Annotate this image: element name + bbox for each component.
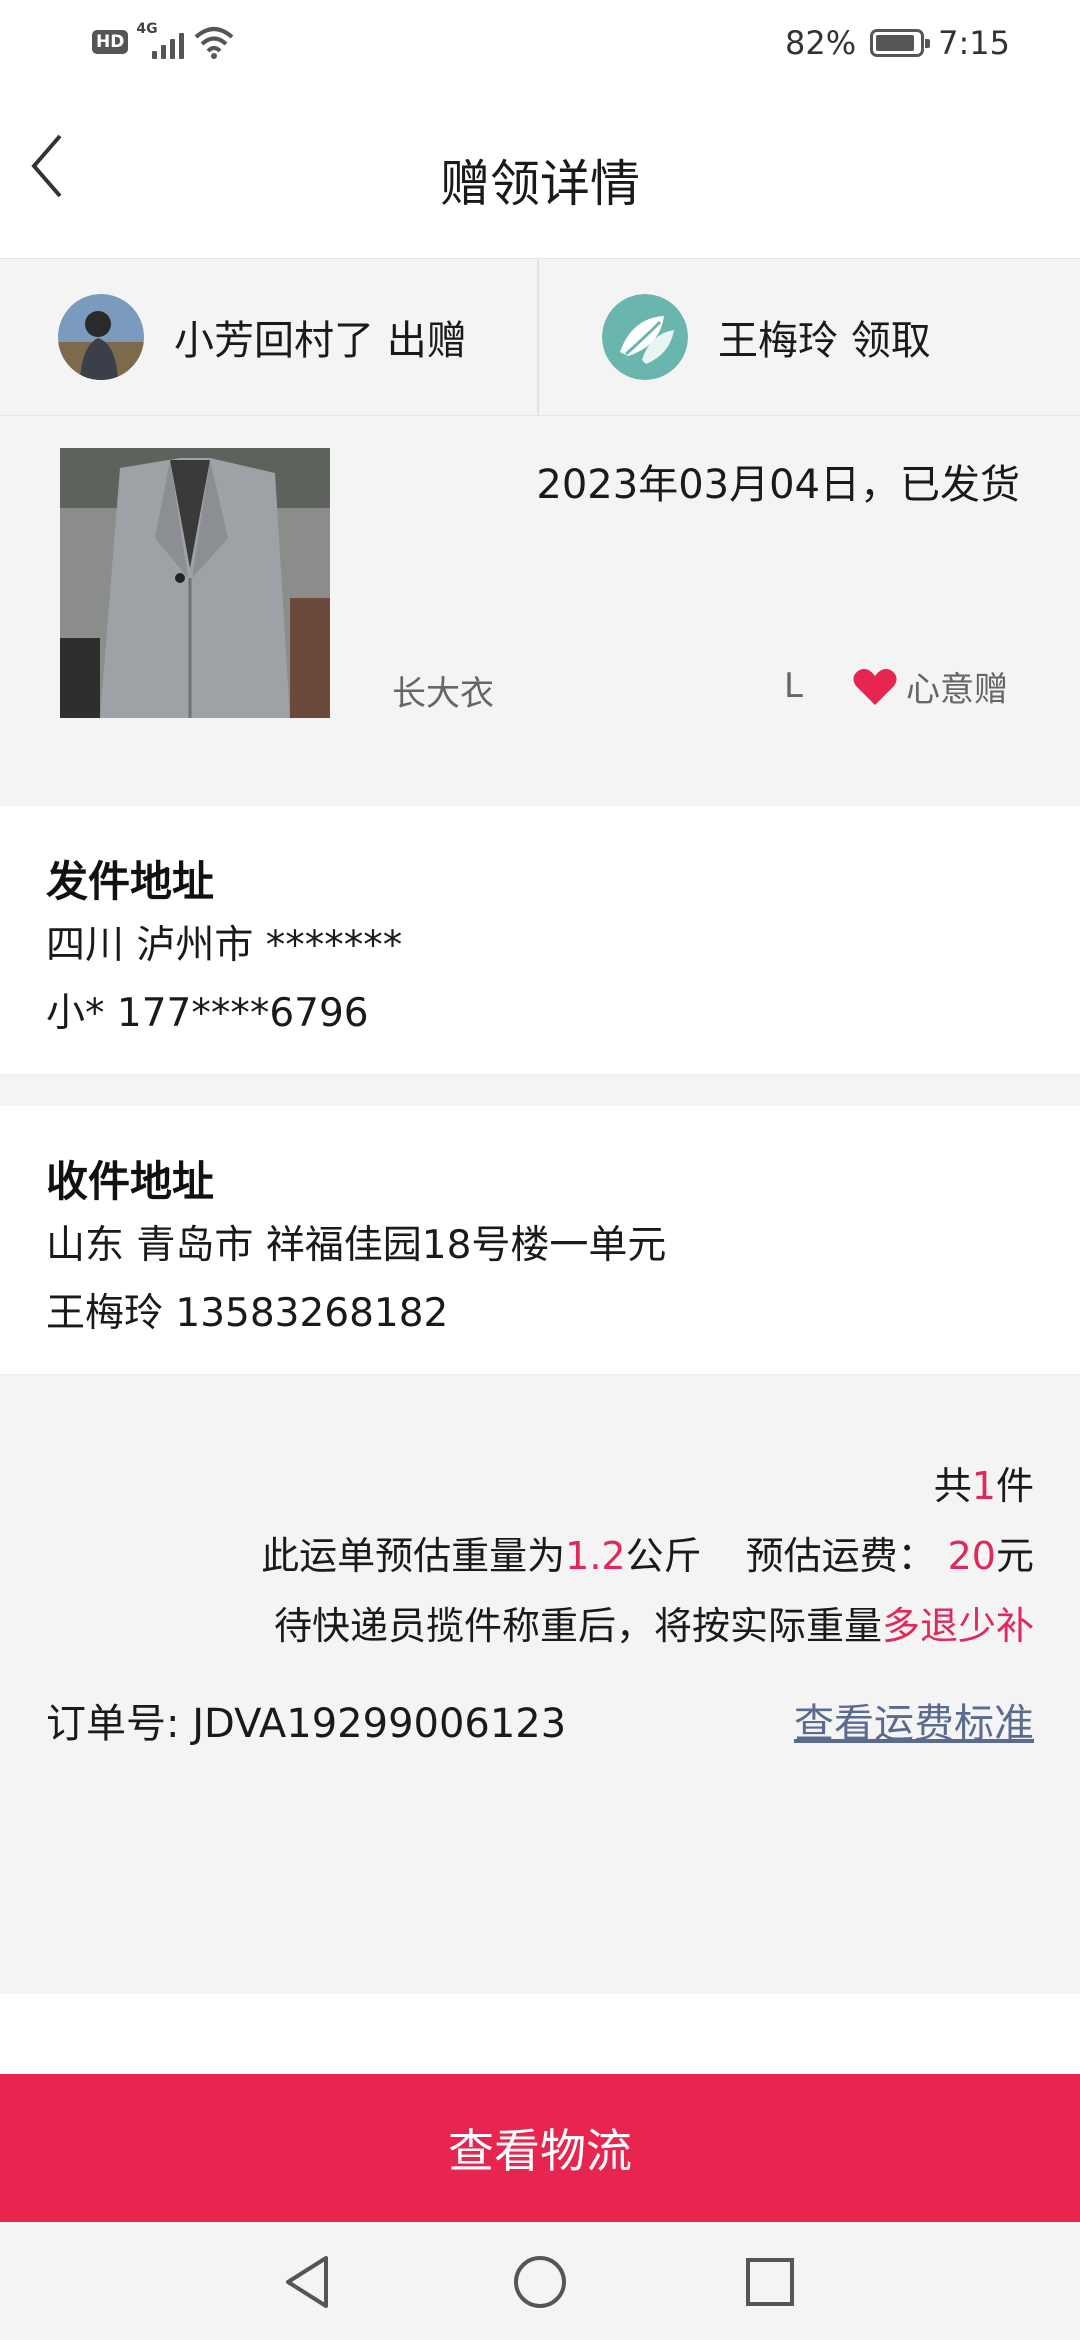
receiver-name: 王梅玲 领取 bbox=[718, 318, 931, 364]
item-section: 2023年03月04日，已发货 长大衣 L 心意赠 bbox=[0, 416, 1080, 806]
view-logistics-button[interactable]: 查看物流 bbox=[0, 2074, 1080, 2222]
fee-label: 预估运费： bbox=[745, 1534, 936, 1578]
section-divider bbox=[0, 1074, 1080, 1107]
parties-bar: 小芳回村了 出赠 王梅玲 领取 bbox=[0, 258, 1080, 416]
receiver-avatar[interactable] bbox=[602, 294, 688, 380]
battery-icon bbox=[870, 29, 931, 57]
item-name: 长大衣 bbox=[392, 674, 494, 714]
sender-contact: 小* 177****6796 bbox=[46, 991, 369, 1036]
item-size: L bbox=[784, 666, 803, 706]
wifi-icon bbox=[195, 27, 234, 59]
gift-type-badge: 心意赠 bbox=[852, 662, 1008, 711]
hd-badge: HD bbox=[92, 30, 129, 54]
nav-home-button[interactable] bbox=[510, 2252, 570, 2312]
refund-note: 待快递员揽件称重后，将按实际重量多退少补 bbox=[273, 1604, 1034, 1648]
fee-section: 共1件 此运单预估重量为1.2公斤 预估运费： 20元 待快递员揽件称重后，将按实际… bbox=[0, 1374, 1080, 1995]
refund-highlight: 多退少补 bbox=[881, 1604, 1034, 1648]
triangle-back-icon bbox=[286, 2256, 328, 2308]
sender-heading: 发件地址 bbox=[46, 857, 215, 906]
item-photo[interactable] bbox=[60, 448, 330, 718]
sender-address-card: 发件地址 四川 泸州市 ******* 小* 177****6796 bbox=[0, 806, 1080, 1074]
status-icons-left: HD 4G bbox=[92, 21, 234, 62]
receiver-heading: 收件地址 bbox=[46, 1157, 215, 1206]
spacer bbox=[0, 1994, 1080, 2074]
receiver-contact: 王梅玲 13583268182 bbox=[46, 1291, 449, 1336]
weight-value: 1.2 bbox=[565, 1534, 626, 1578]
status-icons-right: 82% 7:15 bbox=[785, 20, 1010, 66]
shipping-status: 2023年03月04日，已发货 bbox=[536, 462, 1020, 508]
fee-value: 20 bbox=[947, 1534, 996, 1578]
shipping-standard-link[interactable]: 查看运费标准 bbox=[794, 1691, 1034, 1749]
gift-type-label: 心意赠 bbox=[906, 670, 1008, 710]
heart-icon bbox=[853, 668, 897, 705]
order-number: 订单号: JDVA19299006123 bbox=[46, 1701, 567, 1747]
system-nav-bar bbox=[0, 2222, 1080, 2340]
clock: 7:15 bbox=[938, 24, 1010, 62]
order-number-value: JDVA19299006123 bbox=[192, 1701, 567, 1747]
receiver-address-card: 收件地址 山东 青岛市 祥福佳园18号楼一单元 王梅玲 13583268182 bbox=[0, 1106, 1080, 1374]
square-recents-icon bbox=[746, 2258, 794, 2306]
status-bar: HD 4G 82% 7:15 bbox=[0, 0, 1080, 86]
circle-home-icon bbox=[514, 2256, 566, 2308]
giver-avatar[interactable] bbox=[58, 294, 144, 380]
item-count: 共1件 bbox=[933, 1464, 1034, 1508]
giver-name: 小芳回村了 出赠 bbox=[174, 318, 467, 364]
header: 赠领详情 bbox=[0, 86, 1080, 258]
network-type-label: 4G bbox=[136, 21, 158, 37]
battery-percent: 82% bbox=[785, 24, 857, 62]
nav-back-button[interactable] bbox=[278, 2252, 338, 2312]
item-count-value: 1 bbox=[971, 1464, 996, 1508]
cellular-signal-icon: 4G bbox=[136, 21, 185, 59]
receiver-address: 山东 青岛市 祥福佳园18号楼一单元 bbox=[46, 1223, 667, 1268]
weight-fee-line: 此运单预估重量为1.2公斤 预估运费： 20元 bbox=[261, 1534, 1034, 1578]
sender-address: 四川 泸州市 ******* bbox=[46, 923, 403, 968]
page-title: 赠领详情 bbox=[440, 155, 640, 213]
giver-info[interactable]: 小芳回村了 出赠 bbox=[0, 259, 539, 415]
receiver-info[interactable]: 王梅玲 领取 bbox=[540, 259, 1080, 415]
nav-recents-button[interactable] bbox=[740, 2252, 800, 2312]
